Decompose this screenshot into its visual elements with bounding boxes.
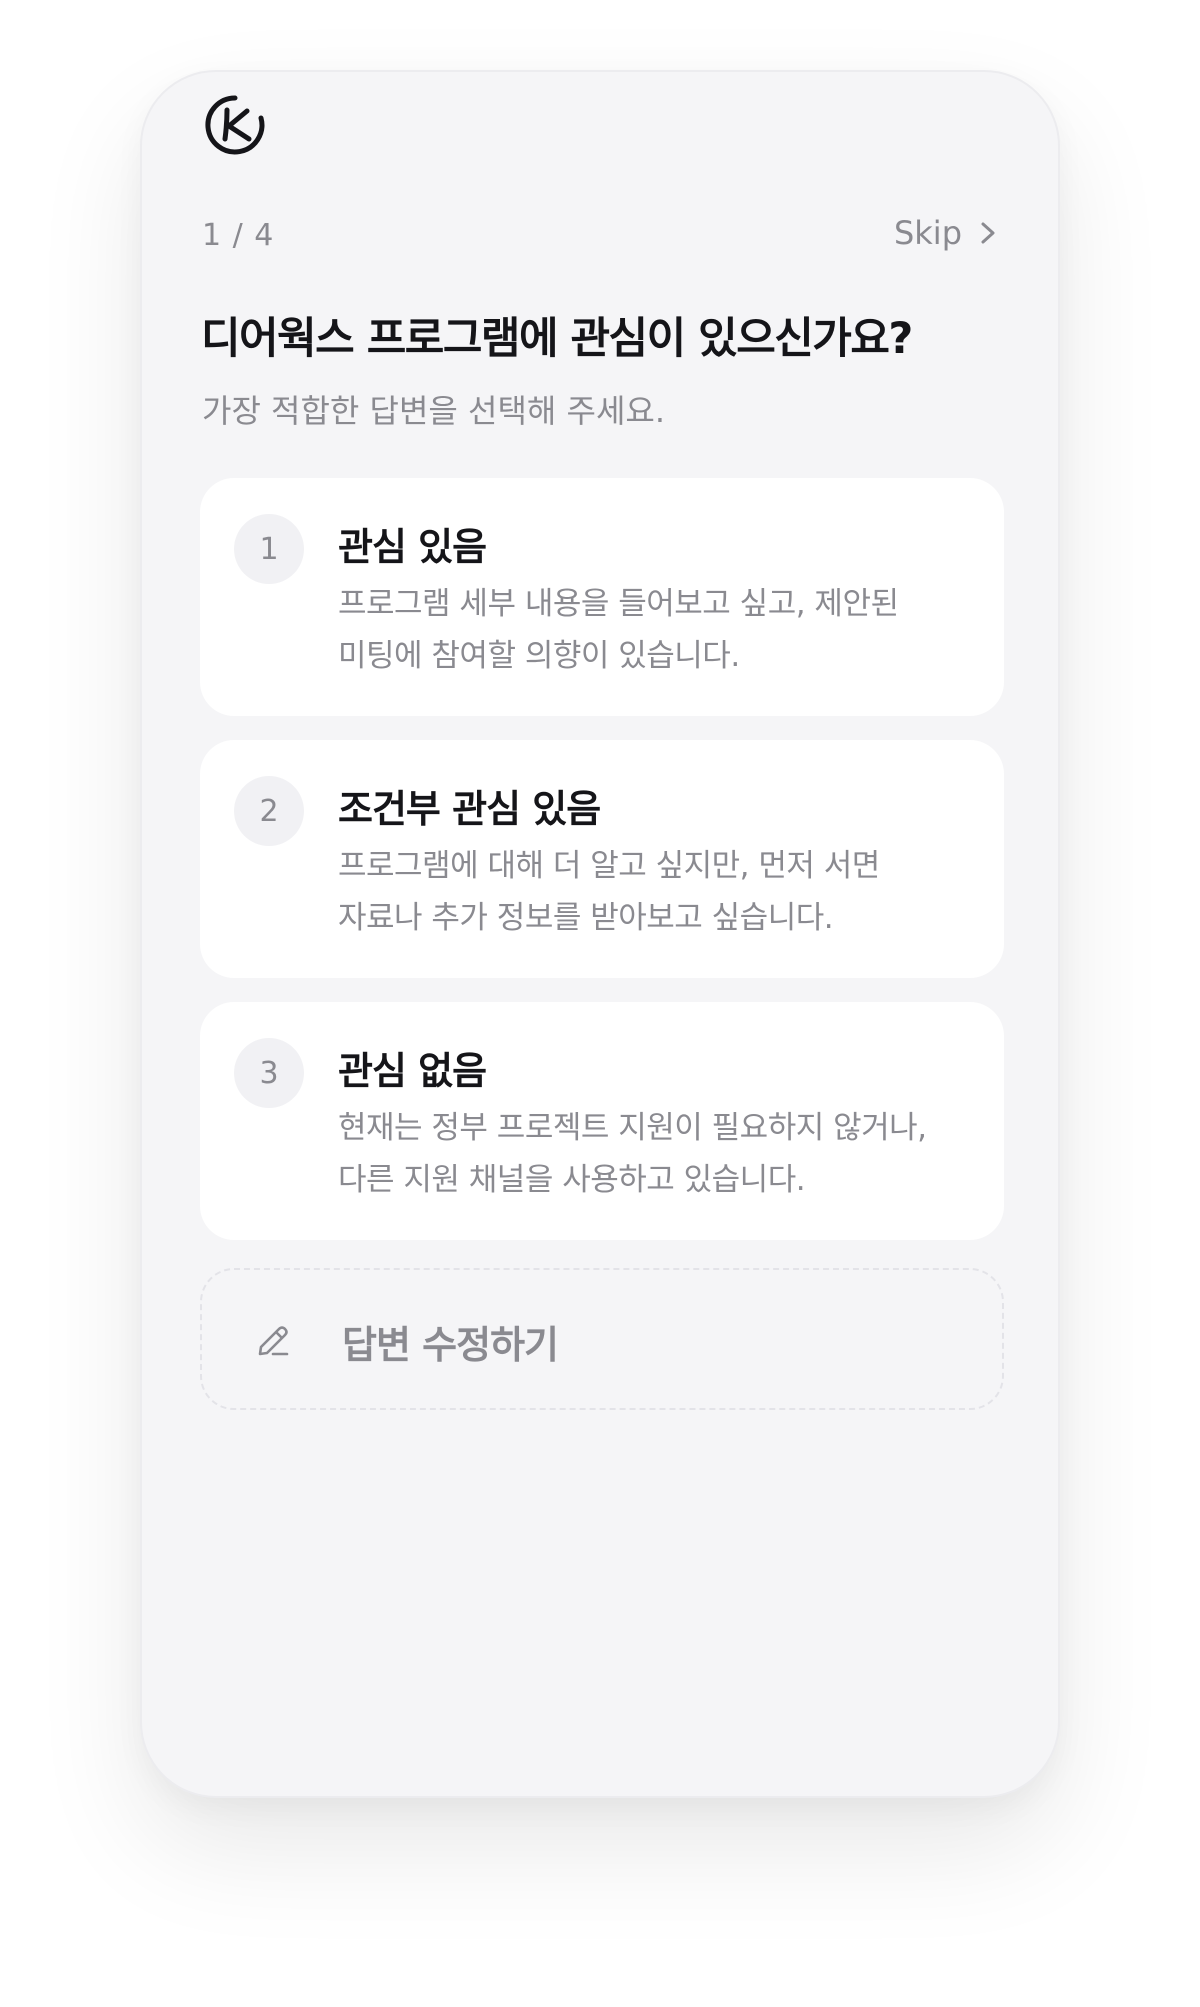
option-title: 관심 있음 — [338, 525, 487, 569]
option-number-badge: 2 — [234, 776, 304, 846]
step-progress: 1 / 4 — [202, 218, 275, 253]
option-title: 조건부 관심 있음 — [338, 787, 601, 831]
edit-answer-label: 답변 수정하기 — [342, 1323, 559, 1367]
chevron-right-icon — [978, 220, 998, 246]
pencil-icon — [254, 1322, 292, 1360]
question-subtitle: 가장 적합한 답변을 선택해 주세요. — [202, 392, 666, 430]
skip-button[interactable]: Skip — [894, 214, 998, 252]
option-number-badge: 1 — [234, 514, 304, 584]
option-description: 현재는 정부 프로젝트 지원이 필요하지 않거나, 다른 지원 채널을 사용하고… — [338, 1110, 927, 1198]
skip-label: Skip — [893, 214, 962, 252]
option-card-conditional[interactable]: 2 조건부 관심 있음 프로그램에 대해 더 알고 싶지만, 먼저 서면 자료나… — [200, 740, 1004, 978]
option-description: 프로그램에 대해 더 알고 싶지만, 먼저 서면 자료나 추가 정보를 받아보고… — [338, 848, 880, 936]
option-card-interested[interactable]: 1 관심 있음 프로그램 세부 내용을 들어보고 싶고, 제안된 미팅에 참여할… — [200, 478, 1004, 716]
option-number-badge: 3 — [234, 1038, 304, 1108]
question-title: 디어웍스 프로그램에 관심이 있으신가요? — [201, 314, 913, 364]
phone-frame: 1 / 4 Skip 디어웍스 프로그램에 관심이 있으신가요? 가장 적합한 … — [140, 70, 1060, 1798]
edit-answer-button[interactable]: 답변 수정하기 — [200, 1268, 1004, 1410]
option-card-not-interested[interactable]: 3 관심 없음 현재는 정부 프로젝트 지원이 필요하지 않거나, 다른 지원 … — [200, 1002, 1004, 1240]
option-description: 프로그램 세부 내용을 들어보고 싶고, 제안된 미팅에 참여할 의향이 있습니… — [338, 586, 899, 674]
k-circle-logo-icon — [204, 94, 266, 156]
option-title: 관심 없음 — [338, 1049, 487, 1093]
